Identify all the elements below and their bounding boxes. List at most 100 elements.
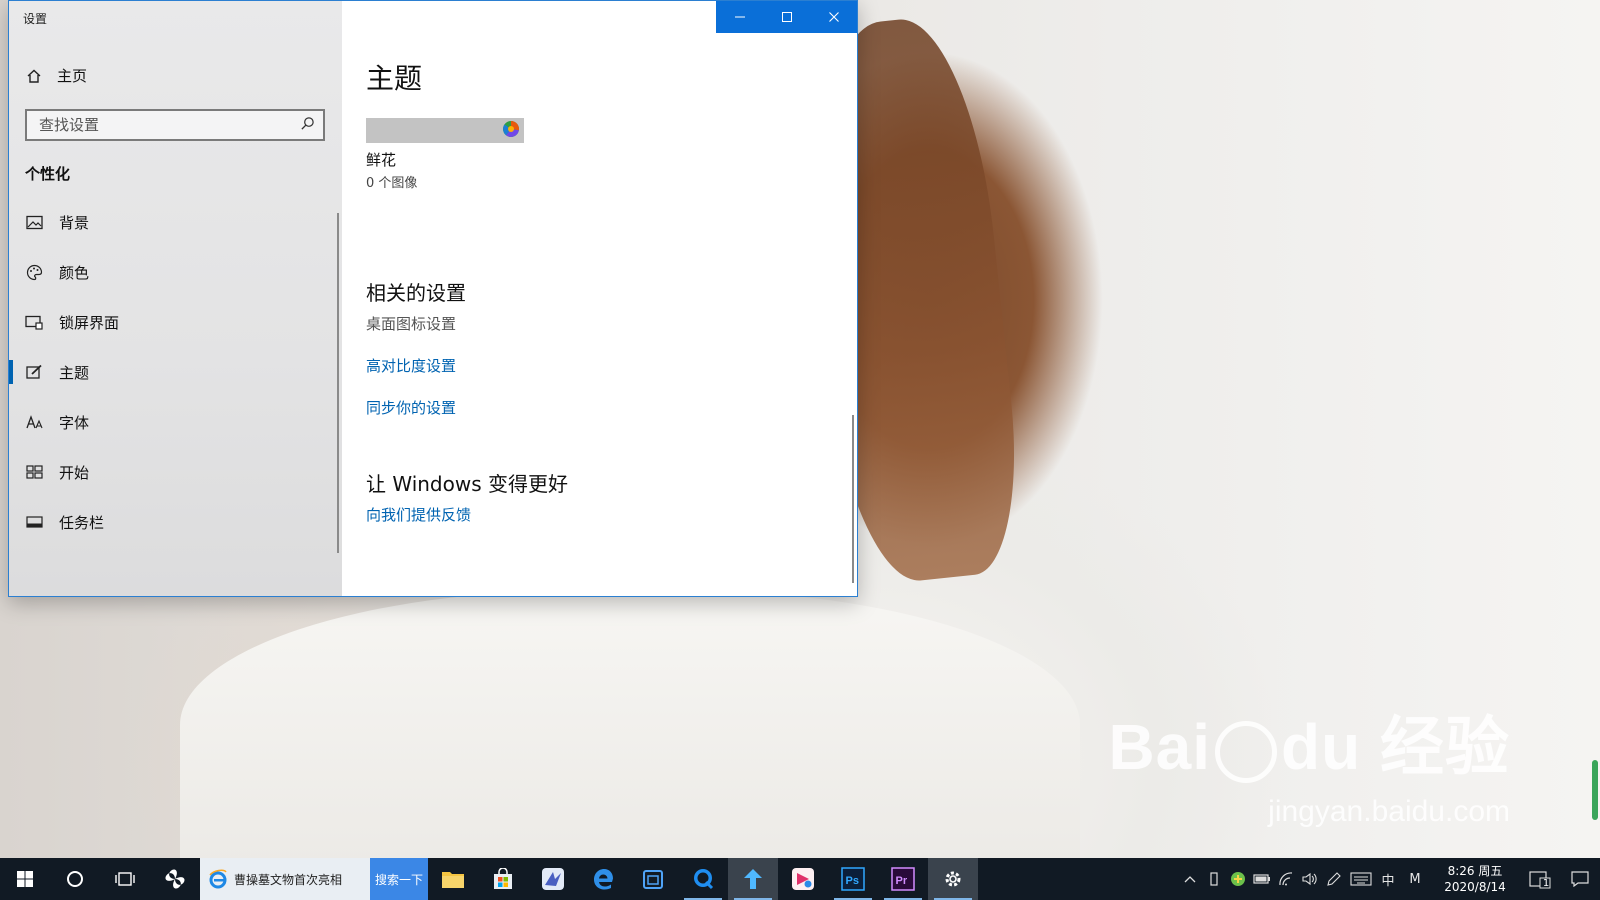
folder-icon bbox=[442, 872, 464, 888]
taskbar-app-qq-browser[interactable] bbox=[678, 858, 728, 900]
pen-icon[interactable] bbox=[1322, 858, 1346, 900]
cortana-button[interactable] bbox=[50, 858, 100, 900]
taskbar-clock[interactable]: 8:26 周五 2020/8/14 bbox=[1436, 863, 1514, 895]
font-icon bbox=[25, 413, 43, 431]
theme-image-count: 0 个图像 bbox=[366, 176, 418, 191]
taskbar-app-video[interactable] bbox=[778, 858, 828, 900]
new-window-badge-button[interactable]: 1 bbox=[1520, 858, 1560, 900]
settings-sidebar: 设置 主页 个性化 背景 bbox=[9, 1, 342, 596]
task-view-button[interactable] bbox=[100, 858, 150, 900]
palette-icon bbox=[25, 263, 43, 281]
taskbar-search-button[interactable]: 搜索一下 bbox=[370, 858, 428, 900]
show-hidden-icons-button[interactable] bbox=[1178, 858, 1202, 900]
clock-date: 2020/8/14 bbox=[1444, 880, 1506, 894]
sidebar-item-background[interactable]: 背景 bbox=[9, 197, 342, 247]
baidu-jingyan-watermark: Bai du 经验 jingyan.baidu.com bbox=[1108, 715, 1510, 829]
page-title: 主题 bbox=[366, 62, 423, 95]
sidebar-item-label: 颜色 bbox=[59, 263, 90, 282]
notification-icon bbox=[1571, 871, 1589, 887]
search-icon[interactable] bbox=[300, 116, 315, 135]
tray-usb-icon[interactable] bbox=[1202, 858, 1226, 900]
photoshop-icon: Ps bbox=[841, 867, 865, 891]
sidebar-item-taskbar[interactable]: 任务栏 bbox=[9, 497, 342, 547]
taskbar-settings[interactable] bbox=[928, 858, 978, 900]
taskbar-app-pinwheel[interactable] bbox=[150, 858, 200, 900]
browser-task-label: 曹操墓文物首次亮相 bbox=[234, 872, 343, 887]
settings-window: 设置 主页 个性化 背景 bbox=[8, 0, 858, 597]
taskbar-app-bird[interactable] bbox=[528, 858, 578, 900]
windows-logo-icon bbox=[17, 871, 33, 887]
chat-bubble-app-icon bbox=[694, 869, 714, 890]
action-center-button[interactable] bbox=[1560, 858, 1600, 900]
taskbar-file-explorer[interactable] bbox=[428, 858, 478, 900]
watermark-text-jingyan: 经验 bbox=[1380, 711, 1510, 783]
taskbar-app-calendar[interactable] bbox=[628, 858, 678, 900]
edge-browser-icon bbox=[594, 869, 613, 890]
volume-icon[interactable] bbox=[1298, 858, 1322, 900]
home-nav-item[interactable]: 主页 bbox=[25, 65, 87, 86]
wallpaper-sweater-shape bbox=[180, 590, 1080, 858]
high-contrast-settings-link[interactable]: 高对比度设置 bbox=[366, 355, 456, 376]
taskbar-edge[interactable] bbox=[578, 858, 628, 900]
input-language-indicator[interactable]: 中 bbox=[1376, 858, 1400, 900]
sidebar-item-themes[interactable]: 主题 bbox=[9, 347, 342, 397]
sidebar-item-label: 字体 bbox=[59, 413, 90, 432]
close-button[interactable] bbox=[810, 1, 857, 33]
wifi-icon[interactable] bbox=[1274, 858, 1298, 900]
theme-color-wheel-icon bbox=[502, 120, 520, 142]
taskbar: 曹操墓文物首次亮相 搜索一下 Ps Pr 中 M 8:26 周五 2020/8/… bbox=[0, 858, 1600, 900]
video-app-icon bbox=[792, 868, 814, 890]
pinwheel-app-icon bbox=[165, 869, 185, 889]
feedback-link[interactable]: 向我们提供反馈 bbox=[366, 504, 471, 525]
desktop-icon-settings-link[interactable]: 桌面图标设置 bbox=[366, 313, 456, 334]
task-view-icon bbox=[115, 872, 135, 886]
store-bag-icon bbox=[494, 868, 512, 889]
taskbar-browser-window[interactable]: 曹操墓文物首次亮相 bbox=[200, 858, 370, 900]
maximize-icon bbox=[781, 12, 792, 22]
bird-app-icon bbox=[542, 868, 564, 890]
start-button[interactable] bbox=[0, 858, 50, 900]
maximize-button[interactable] bbox=[763, 1, 810, 33]
settings-search bbox=[25, 109, 325, 141]
content-scrollbar[interactable] bbox=[852, 415, 854, 583]
sidebar-item-label: 锁屏界面 bbox=[59, 313, 120, 332]
gear-icon bbox=[945, 871, 961, 887]
sidebar-item-colors[interactable]: 颜色 bbox=[9, 247, 342, 297]
sidebar-scrollbar[interactable] bbox=[337, 213, 339, 553]
taskbar-photoshop[interactable]: Ps bbox=[828, 858, 878, 900]
cortana-circle-icon bbox=[67, 871, 83, 887]
taskbar-app-upload[interactable] bbox=[728, 858, 778, 900]
calendar-app-icon bbox=[643, 870, 663, 889]
theme-name: 鲜花 bbox=[366, 151, 397, 169]
ime-mode-indicator[interactable]: M bbox=[1400, 858, 1430, 900]
chevron-up-icon bbox=[1184, 876, 1196, 883]
section-title-personalization: 个性化 bbox=[25, 165, 71, 183]
window-controls bbox=[716, 1, 857, 33]
sidebar-item-fonts[interactable]: 字体 bbox=[9, 397, 342, 447]
keyboard-icon[interactable] bbox=[1346, 858, 1376, 900]
make-windows-better-title: 让 Windows 变得更好 bbox=[366, 472, 568, 496]
sidebar-item-lock-screen[interactable]: 锁屏界面 bbox=[9, 297, 342, 347]
edge-green-indicator bbox=[1592, 760, 1598, 820]
search-input[interactable] bbox=[37, 115, 291, 135]
baidu-paw-icon bbox=[1215, 721, 1278, 784]
sidebar-item-start[interactable]: 开始 bbox=[9, 447, 342, 497]
minimize-button[interactable] bbox=[716, 1, 763, 33]
sidebar-item-label: 背景 bbox=[59, 213, 90, 232]
personalization-nav: 背景 颜色 锁屏界面 主题 字体 开始 任务栏 bbox=[9, 197, 342, 547]
window-title: 设置 bbox=[23, 12, 48, 26]
sync-settings-link[interactable]: 同步你的设置 bbox=[366, 397, 456, 418]
theme-preview-thumbnail[interactable] bbox=[366, 118, 524, 143]
lock-screen-icon bbox=[25, 313, 43, 331]
tray-security-icon[interactable] bbox=[1226, 858, 1250, 900]
watermark-url: jingyan.baidu.com bbox=[1268, 795, 1510, 829]
battery-icon[interactable] bbox=[1250, 858, 1274, 900]
close-icon bbox=[828, 12, 839, 22]
taskbar-premiere[interactable]: Pr bbox=[878, 858, 928, 900]
settings-content: 主题 鲜花 0 个图像 相关的设置 桌面图标设置 高对比度设置 同步你的设置 让… bbox=[342, 1, 857, 596]
ie-browser-icon bbox=[209, 869, 227, 889]
taskbar-store[interactable] bbox=[478, 858, 528, 900]
notification-count: 1 bbox=[1542, 877, 1550, 889]
home-label: 主页 bbox=[57, 67, 88, 85]
premiere-icon: Pr bbox=[891, 867, 915, 891]
